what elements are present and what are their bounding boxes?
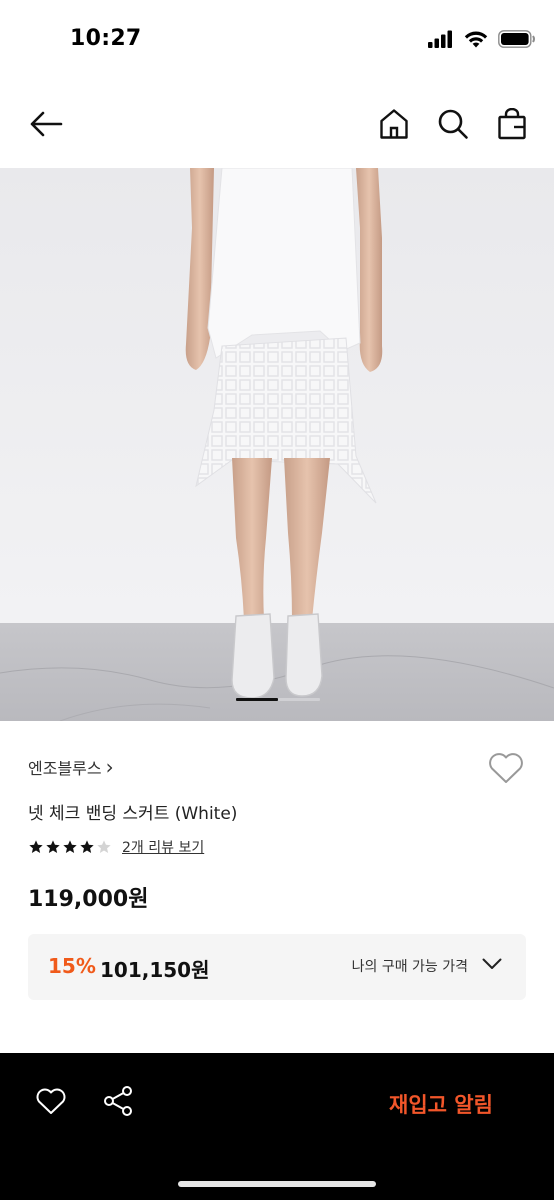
home-icon — [379, 108, 409, 144]
wifi-icon — [464, 30, 488, 52]
star-filled-icon — [63, 840, 77, 853]
share-icon — [102, 1085, 134, 1121]
brand-link[interactable]: 엔조블루스 › — [28, 755, 114, 779]
top-navigation — [0, 84, 554, 168]
discount-rate: 15% — [48, 954, 96, 978]
chevron-down-icon — [482, 958, 502, 974]
bag-button[interactable] — [492, 104, 532, 148]
price-benefit-box: 15% 101,150원 나의 구매 가능 가격 — [28, 934, 526, 1000]
battery-icon — [498, 30, 536, 52]
heart-outline-icon — [487, 753, 525, 789]
star-filled-icon — [46, 840, 60, 853]
search-icon — [437, 108, 469, 144]
bottom-action-bar: 재입고 알림 — [0, 1053, 554, 1200]
brand-name: 엔조블루스 — [28, 759, 102, 778]
star-rating — [28, 839, 112, 855]
star-filled-icon — [29, 840, 43, 853]
share-button[interactable] — [98, 1085, 138, 1121]
rating-row: 2개 리뷰 보기 — [28, 837, 204, 857]
back-button[interactable] — [26, 104, 66, 148]
shopping-bag-icon — [497, 107, 527, 144]
original-price: 119,000원 — [28, 887, 149, 912]
signal-icon — [428, 30, 454, 52]
benefit-toggle[interactable]: 나의 구매 가능 가격 — [352, 956, 502, 976]
restock-alert-button[interactable]: 재입고 알림 — [366, 1087, 516, 1121]
discount-price: 101,150원 — [100, 958, 210, 982]
product-image[interactable] — [0, 168, 554, 721]
star-empty-icon — [97, 840, 111, 853]
status-bar: 10:27 — [0, 0, 554, 84]
search-button[interactable] — [433, 104, 473, 148]
heart-outline-icon — [35, 1087, 67, 1119]
bottom-wish-button[interactable] — [31, 1085, 71, 1121]
status-time: 10:27 — [70, 26, 142, 51]
home-indicator — [178, 1181, 376, 1187]
star-filled-icon — [80, 840, 94, 853]
home-button[interactable] — [374, 104, 414, 148]
review-link[interactable]: 2개 리뷰 보기 — [122, 837, 204, 857]
product-name: 넷 체크 밴딩 스커트 (White) — [28, 804, 238, 824]
chevron-right-icon: › — [105, 755, 114, 779]
wishlist-button[interactable] — [487, 751, 525, 787]
status-icons — [428, 30, 536, 52]
arrow-left-icon — [28, 109, 64, 143]
benefit-label: 나의 구매 가능 가격 — [351, 959, 468, 975]
